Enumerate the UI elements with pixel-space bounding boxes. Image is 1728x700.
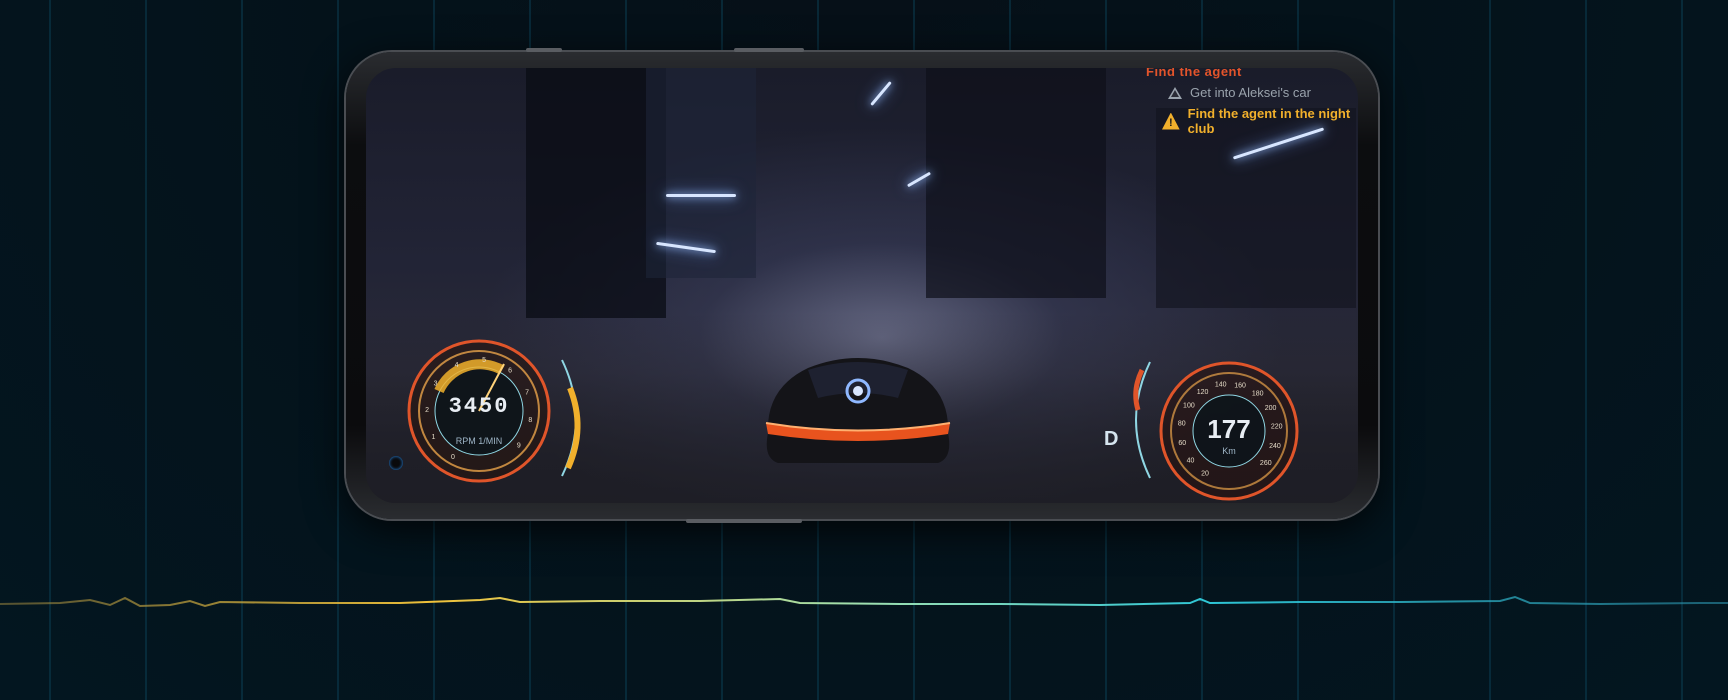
neon-light: [666, 194, 736, 197]
phone-device: Find the agent Get into Aleksei's car ! …: [346, 48, 1378, 523]
gauge-tick-label: 6: [508, 367, 512, 374]
speedometer: 20 40 60 80 100 120 140 160 180 200 220 240 260 177 …: [1156, 358, 1302, 503]
gauge-tick-label: 200: [1265, 405, 1277, 412]
objective-label: Get into Aleksei's car: [1190, 85, 1311, 100]
warning-icon: !: [1162, 112, 1180, 130]
gauge-tick-label: 160: [1234, 382, 1246, 389]
rpm-readout: 3450: [448, 394, 510, 419]
front-camera: [389, 456, 403, 470]
gauge-tick-label: 5: [482, 357, 486, 364]
phone-volume-button: [734, 48, 804, 52]
gauge-tick-label: 140: [1215, 382, 1227, 389]
objective-item: ! Find the agent in the night club: [1162, 106, 1358, 136]
gauge-tick-label: 4: [455, 362, 459, 369]
objective-panel: Find the agent Get into Aleksei's car ! …: [1146, 68, 1358, 136]
rpm-unit: RPM 1/MIN: [455, 436, 503, 446]
gauge-tick-label: 260: [1260, 460, 1272, 467]
gauge-tick-label: 40: [1187, 458, 1195, 465]
speed-side-bar: [1133, 361, 1151, 479]
objective-item: Get into Aleksei's car: [1168, 85, 1358, 100]
gauge-tick-label: 180: [1252, 390, 1264, 397]
rpm-side-bar: [561, 359, 581, 477]
gauge-tick-label: 100: [1183, 403, 1195, 410]
gauge-tick-label: 120: [1197, 389, 1209, 396]
objective-header: Find the agent: [1146, 68, 1242, 79]
building-mid-left: [646, 68, 756, 278]
rpm-gauge: 0123456789 3450 RPM 1/MIN: [404, 336, 554, 486]
gear-indicator: D: [1104, 428, 1119, 450]
phone-side-button: [526, 48, 562, 52]
building-left: [526, 68, 666, 318]
speed-readout: 177: [1207, 414, 1251, 444]
player-car: [765, 358, 951, 463]
triangle-outline-icon: [1168, 86, 1182, 99]
building-right: [926, 68, 1106, 298]
objective-label: Find the agent in the night club: [1187, 106, 1351, 136]
gauge-tick-label: 0: [451, 454, 455, 461]
speed-unit: Km: [1222, 446, 1236, 456]
game-screen[interactable]: Find the agent Get into Aleksei's car ! …: [366, 68, 1358, 503]
gauge-tick-label: 3: [434, 380, 438, 387]
neon-light: [870, 81, 892, 106]
audio-waveform: [0, 595, 1728, 608]
phone-bottom-button: [686, 519, 802, 523]
building-far-right: [1156, 108, 1356, 308]
gauge-tick-label: 20: [1201, 471, 1209, 478]
